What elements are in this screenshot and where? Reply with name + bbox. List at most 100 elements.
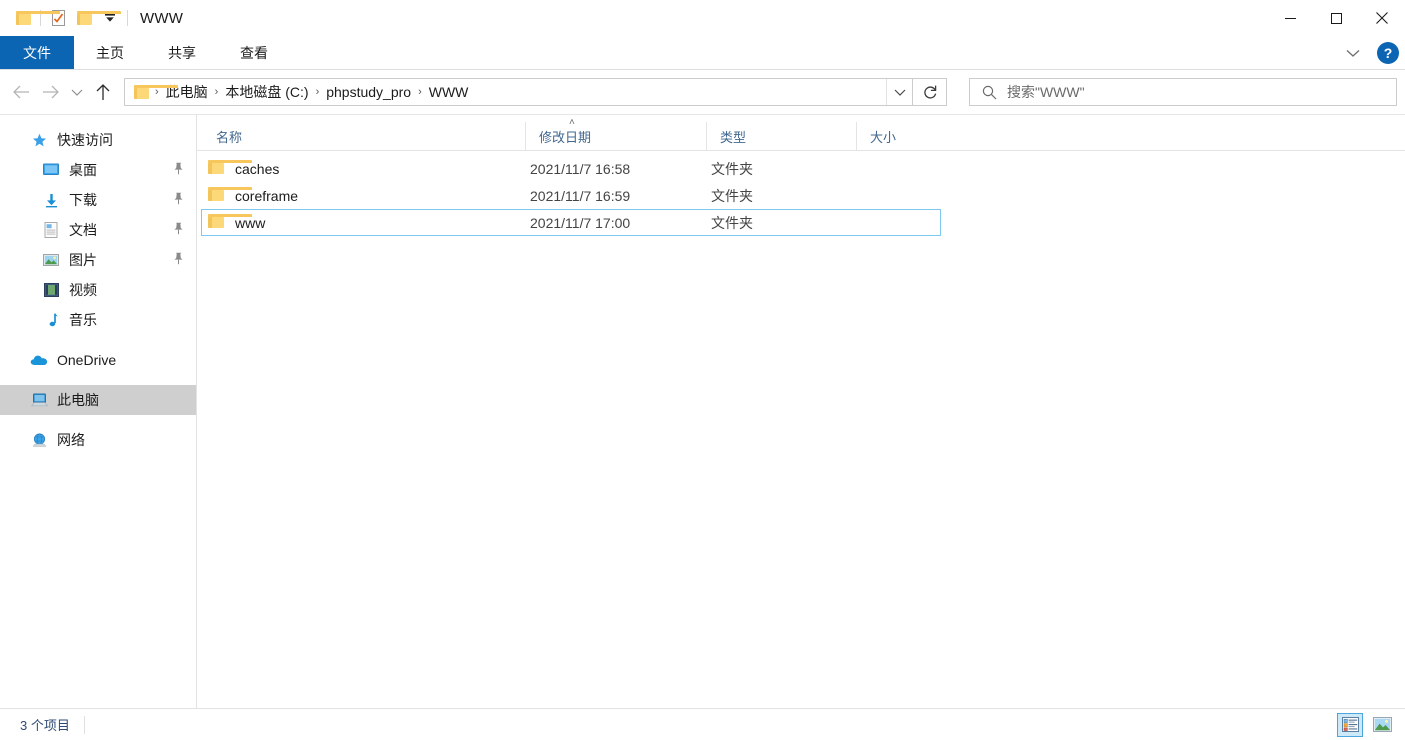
sidebar-item-label: 桌面 [69, 162, 97, 178]
sidebar-item-label: 图片 [69, 252, 97, 268]
column-header-type[interactable]: 类型 [706, 122, 856, 150]
network-icon [30, 431, 48, 449]
breadcrumb-item-phpstudy-pro[interactable]: phpstudy_pro [321, 79, 416, 105]
breadcrumb-separator[interactable]: › [314, 86, 322, 98]
breadcrumb-item-www[interactable]: WWW [424, 79, 474, 105]
large-icons-view-button[interactable] [1369, 713, 1395, 737]
view-toggle-group [1337, 712, 1395, 737]
breadcrumb-separator[interactable]: › [416, 86, 424, 98]
refresh-button[interactable] [913, 78, 947, 106]
table-row[interactable]: caches 2021/11/7 16:58 文件夹 [201, 155, 1405, 182]
breadcrumb: › 此电脑 › 本地磁盘 (C:) › phpstudy_pro › WWW [125, 79, 886, 105]
file-type-cell: 文件夹 [711, 187, 753, 204]
sidebar-item-label: 快速访问 [57, 132, 113, 148]
breadcrumb-item-this-pc[interactable]: 此电脑 [161, 79, 213, 105]
back-button[interactable] [6, 77, 36, 107]
qat-separator-2 [127, 10, 128, 26]
sidebar-item-this-pc[interactable]: 此电脑 [0, 385, 196, 415]
documents-icon [42, 221, 60, 239]
navigation-bar: › 此电脑 › 本地磁盘 (C:) › phpstudy_pro › WWW 搜… [0, 70, 1405, 114]
file-type-cell: 文件夹 [711, 214, 753, 231]
pictures-icon [42, 251, 60, 269]
customize-dropdown-icon[interactable] [97, 5, 123, 31]
sidebar-item-label: OneDrive [57, 352, 117, 368]
folder-icon [208, 187, 252, 204]
title-bar: WWW [0, 0, 1405, 36]
this-pc-icon [30, 391, 48, 409]
item-count-label: 3 个项目 [20, 718, 70, 733]
sidebar-item-onedrive[interactable]: OneDrive [0, 345, 196, 375]
pin-icon[interactable] [173, 222, 184, 238]
file-name-cell: coreframe [208, 187, 530, 204]
file-date-cell: 2021/11/7 16:59 [530, 187, 631, 204]
table-row[interactable]: coreframe 2021/11/7 16:59 文件夹 [201, 182, 1405, 209]
search-box[interactable]: 搜索"WWW" [969, 78, 1397, 106]
file-name-cell: caches [208, 160, 530, 177]
help-button[interactable]: ? [1377, 42, 1399, 64]
tab-share[interactable]: 共享 [146, 36, 218, 69]
sidebar-item-documents[interactable]: 文档 [0, 215, 196, 245]
music-icon [42, 311, 60, 329]
desktop-icon [42, 161, 60, 179]
file-date-cell: 2021/11/7 16:58 [530, 160, 631, 177]
address-dropdown-chevron-down-icon[interactable] [886, 79, 912, 105]
folder-icon[interactable] [10, 5, 60, 31]
pin-icon[interactable] [173, 252, 184, 268]
status-separator [83, 715, 85, 734]
forward-button[interactable] [36, 77, 66, 107]
up-button[interactable] [88, 77, 118, 107]
properties-icon[interactable] [45, 5, 71, 31]
sidebar-item-videos[interactable]: 视频 [0, 275, 196, 305]
pin-icon[interactable] [173, 192, 184, 208]
folder-icon [208, 160, 252, 177]
address-bar[interactable]: › 此电脑 › 本地磁盘 (C:) › phpstudy_pro › WWW [124, 78, 913, 106]
breadcrumb-item-local-disk-c[interactable]: 本地磁盘 (C:) [220, 79, 313, 105]
column-header-size[interactable]: 大小 [856, 122, 956, 150]
address-folder-icon [132, 85, 178, 99]
table-row[interactable]: www 2021/11/7 17:00 文件夹 [201, 209, 941, 236]
sidebar-item-downloads[interactable]: 下载 [0, 185, 196, 215]
window-title: WWW [140, 9, 184, 27]
file-rows: caches 2021/11/7 16:58 文件夹 coreframe 202… [197, 151, 1405, 236]
navigation-pane: 快速访问 桌面 下载 文档 图片 视频 音乐 OneDrive 此电脑 网络 [0, 115, 197, 708]
sidebar-item-label: 网络 [57, 432, 85, 448]
sidebar-item-label: 此电脑 [57, 392, 99, 408]
column-header-row: ˄ 名称 修改日期 类型 大小 [197, 115, 1405, 151]
file-list-pane: ˄ 名称 修改日期 类型 大小 caches 2021/11/7 16:58 文… [197, 115, 1405, 708]
search-input[interactable]: 搜索"WWW" [1007, 82, 1085, 102]
minimize-button[interactable] [1267, 0, 1313, 36]
tab-view[interactable]: 查看 [218, 36, 290, 69]
tab-file[interactable]: 文件 [0, 36, 74, 69]
sidebar-item-label: 文档 [69, 222, 97, 238]
column-header-name[interactable]: 名称 [203, 122, 525, 150]
window-controls [1267, 0, 1405, 36]
sidebar-item-network[interactable]: 网络 [0, 425, 196, 455]
maximize-button[interactable] [1313, 0, 1359, 36]
folder-icon [208, 214, 252, 231]
sidebar-item-pictures[interactable]: 图片 [0, 245, 196, 275]
sidebar-item-label: 下载 [69, 192, 97, 208]
sidebar-item-label: 视频 [69, 282, 97, 298]
sidebar-item-desktop[interactable]: 桌面 [0, 155, 196, 185]
search-icon [982, 85, 997, 100]
breadcrumb-separator[interactable]: › [213, 86, 221, 98]
quick-access-toolbar [0, 5, 132, 31]
ribbon-tab-bar: 文件 主页 共享 查看 ? [0, 36, 1405, 70]
explorer-body: 快速访问 桌面 下载 文档 图片 视频 音乐 OneDrive 此电脑 网络 ˄… [0, 114, 1405, 708]
sidebar-item-quick-access[interactable]: 快速访问 [0, 125, 196, 155]
new-folder-icon[interactable] [71, 5, 121, 31]
file-explorer-window: WWW 文件 主页 共享 查看 ? › 此电脑 › 本地磁盘 (C:) › ph… [0, 0, 1405, 740]
status-bar: 3 个项目 [0, 708, 1405, 740]
file-type-cell: 文件夹 [711, 160, 753, 177]
pin-icon[interactable] [173, 162, 184, 178]
recent-locations-chevron-down-icon[interactable] [66, 77, 88, 107]
details-view-button[interactable] [1337, 712, 1363, 737]
sidebar-item-music[interactable]: 音乐 [0, 305, 196, 335]
tab-home[interactable]: 主页 [74, 36, 146, 69]
videos-icon [42, 281, 60, 299]
close-button[interactable] [1359, 0, 1405, 36]
expand-ribbon-chevron-down-icon[interactable] [1339, 39, 1367, 67]
column-header-date-modified[interactable]: 修改日期 [525, 122, 706, 150]
